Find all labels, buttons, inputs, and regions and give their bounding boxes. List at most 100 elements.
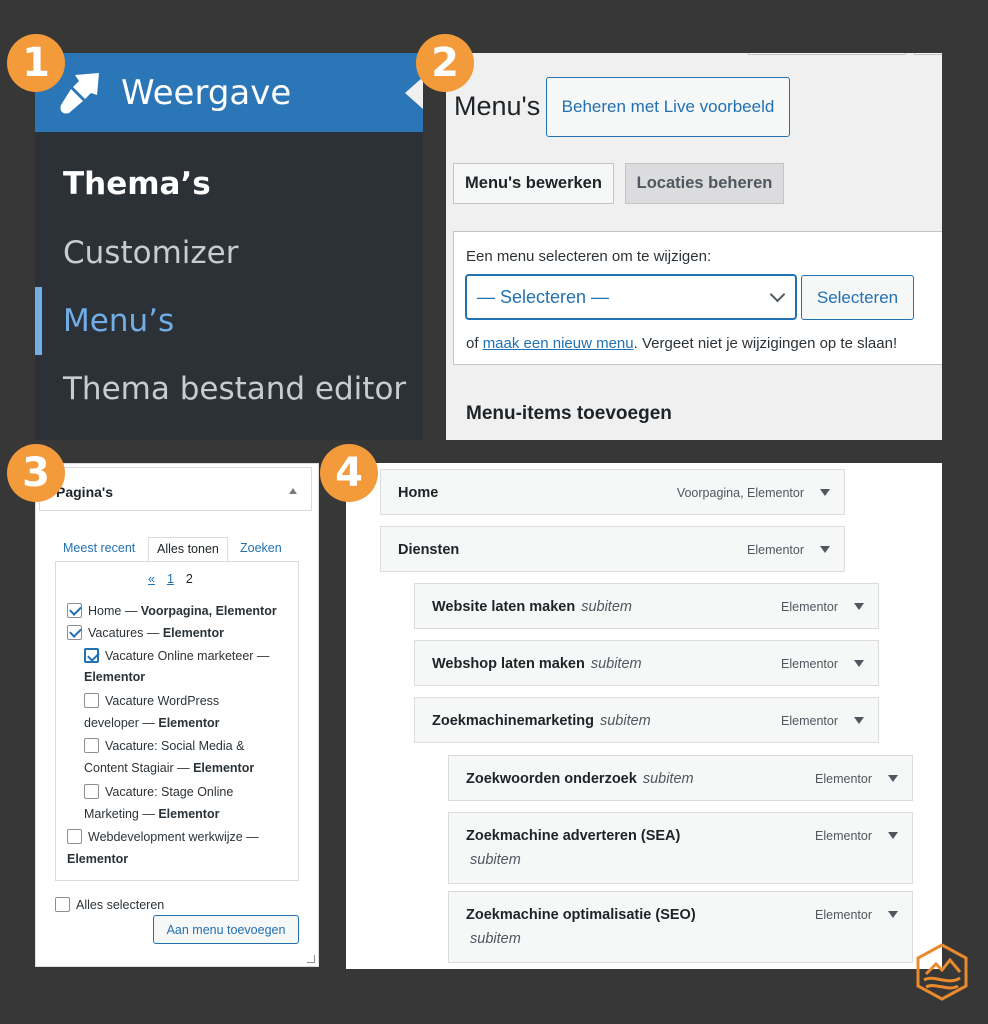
item-label-continued: developer — Elementor	[84, 716, 220, 730]
menu-item-home[interactable]: Home Voorpagina, Elementor	[380, 469, 845, 515]
collapse-arrow-icon[interactable]	[289, 488, 297, 494]
select-button[interactable]: Selecteren	[801, 275, 914, 320]
page-title: Menu's	[454, 91, 541, 121]
select-all-checkbox[interactable]	[55, 897, 70, 912]
step-badge-1: 1	[7, 34, 65, 92]
sidebar-item-customizer[interactable]: Customizer	[63, 235, 238, 271]
expand-arrow-icon[interactable]	[888, 775, 898, 782]
appearance-menu-header[interactable]: Weergave	[35, 53, 423, 132]
item-label-bold: Elementor	[193, 761, 255, 775]
checkbox[interactable]	[67, 625, 82, 640]
sidebar-item-themes[interactable]: Thema’s	[63, 166, 211, 202]
sidebar-item-theme-editor[interactable]: Thema bestand editor	[63, 371, 406, 407]
item-label: Vacature WordPress	[105, 694, 220, 708]
admin-sidebar-panel: Weergave Thema’s Customizer Menu’s Thema…	[35, 53, 423, 440]
pages-metabox-header[interactable]: Pagina's	[39, 467, 312, 511]
expand-arrow-icon[interactable]	[820, 546, 830, 553]
list-item[interactable]: Vacature WordPress	[84, 693, 219, 708]
active-indicator	[35, 287, 42, 355]
item-label-bold: Voorpagina, Elementor	[140, 604, 277, 618]
item-label-bold-line: Elementor	[84, 670, 145, 684]
pages-title: Pagina's	[56, 484, 114, 500]
expand-arrow-icon[interactable]	[854, 660, 864, 667]
menu-item-zoekmachinemarketing[interactable]: Zoekmachinemarketing subitem Elementor	[414, 697, 879, 743]
menu-item-website-laten-maken[interactable]: Website laten maken subitem Elementor	[414, 583, 879, 629]
list-item[interactable]: Vacature: Stage Online	[84, 784, 233, 799]
tab-view-all[interactable]: Alles tonen	[148, 537, 228, 562]
pager-current-page: 2	[185, 572, 193, 586]
tab-edit-menus[interactable]: Menu's bewerken	[453, 163, 614, 204]
menu-item-subitem: subitem	[642, 771, 694, 787]
note-suffix: . Vergeet niet je wijzigingen op te slaa…	[633, 335, 898, 352]
menu-item-title: Zoekwoorden onderzoek subitem	[466, 771, 694, 787]
item-label: Vacature Online marketeer —	[105, 649, 270, 663]
pages-checklist: « 1 2 Home — Voorpagina, Elementor Vacatur…	[55, 561, 299, 881]
expand-arrow-icon[interactable]	[854, 717, 864, 724]
menu-item-subitem: subitem	[581, 599, 632, 615]
tab-most-recent[interactable]: Meest recent	[63, 541, 135, 555]
menu-item-title: Home	[398, 485, 439, 501]
top-button-edge	[914, 53, 942, 55]
menu-item-name: Website laten maken	[432, 599, 576, 615]
list-item[interactable]: Vacature: Social Media &	[84, 738, 244, 753]
manage-live-preview-button[interactable]: Beheren met Live voorbeeld	[546, 77, 790, 137]
sidebar-item-menus[interactable]: Menu’s	[63, 303, 174, 339]
checkbox[interactable]	[84, 648, 99, 663]
brand-logo-icon	[916, 943, 968, 1001]
list-item[interactable]: Vacature Online marketeer —	[84, 648, 269, 663]
step-badge-3: 3	[7, 444, 65, 502]
menu-item-zoekmachine-adverteren[interactable]: Zoekmachine adverteren (SEA) subitem Ele…	[448, 812, 913, 884]
menus-screen-panel: Menu's Beheren met Live voorbeeld Menu's…	[446, 53, 942, 440]
resize-grip-icon[interactable]	[307, 955, 315, 963]
menu-item-type: Elementor	[747, 543, 804, 557]
tab-search[interactable]: Zoeken	[240, 541, 282, 555]
menu-item-name: Zoekwoorden onderzoek	[466, 771, 637, 787]
note-prefix: of	[466, 335, 483, 352]
checkbox[interactable]	[84, 738, 99, 753]
menu-item-type: Elementor	[815, 829, 872, 843]
item-label: developer —	[84, 716, 159, 730]
create-menu-note: of maak een nieuw menu. Vergeet niet je …	[466, 335, 897, 352]
menu-item-type: Elementor	[781, 714, 838, 728]
menu-item-webshop-laten-maken[interactable]: Webshop laten maken subitem Elementor	[414, 640, 879, 686]
item-label: Vacature: Stage Online	[105, 785, 234, 799]
pagination: « 1 2	[148, 572, 193, 586]
pager-page-1-link[interactable]: 1	[167, 572, 174, 586]
menu-item-subitem: subitem	[599, 713, 651, 729]
select-all[interactable]: Alles selecteren	[55, 897, 164, 912]
checkbox[interactable]	[67, 603, 82, 618]
checkbox[interactable]	[67, 829, 82, 844]
menu-item-zoekmachine-optimalisatie[interactable]: Zoekmachine optimalisatie (SEO) subitem …	[448, 891, 913, 963]
menu-item-type: Elementor	[781, 657, 838, 671]
menu-item-diensten[interactable]: Diensten Elementor	[380, 526, 845, 572]
expand-arrow-icon[interactable]	[854, 603, 864, 610]
menu-item-name: Zoekmachinemarketing	[432, 713, 594, 729]
menu-item-zoekwoorden-onderzoek[interactable]: Zoekwoorden onderzoek subitem Elementor	[448, 755, 913, 801]
checkbox[interactable]	[84, 693, 99, 708]
checkbox[interactable]	[84, 784, 99, 799]
pages-tabs: Meest recent Alles tonen Zoeken	[55, 537, 300, 562]
create-new-menu-link[interactable]: maak een nieuw menu	[483, 335, 634, 352]
menu-select-dropdown[interactable]: — Selecteren —	[465, 274, 797, 320]
menu-item-title: Zoekmachinemarketing subitem	[432, 713, 651, 729]
tab-manage-locations[interactable]: Locaties beheren	[625, 163, 784, 204]
step-badge-4: 4	[320, 444, 378, 502]
pager-prev-link[interactable]: «	[148, 572, 155, 586]
menu-item-title: Webshop laten maken subitem	[432, 656, 642, 672]
menu-item-name: Webshop laten maken	[432, 656, 585, 672]
list-item[interactable]: Vacatures — Elementor	[67, 625, 224, 640]
add-to-menu-button[interactable]: Aan menu toevoegen	[153, 915, 299, 944]
menu-item-type: Voorpagina, Elementor	[676, 486, 804, 500]
item-label: Content Stagiair —	[84, 761, 194, 775]
menu-item-type: Elementor	[781, 600, 838, 614]
expand-arrow-icon[interactable]	[888, 832, 898, 839]
select-all-label: Alles selecteren	[76, 898, 165, 912]
list-item[interactable]: Webdevelopment werkwijze —	[67, 829, 259, 844]
menu-item-type: Elementor	[815, 908, 872, 922]
expand-arrow-icon[interactable]	[820, 489, 830, 496]
paintbrush-icon	[60, 72, 99, 114]
step-badge-2: 2	[416, 34, 474, 92]
expand-arrow-icon[interactable]	[888, 911, 898, 918]
list-item[interactable]: Home — Voorpagina, Elementor	[67, 603, 277, 618]
menu-item-title: Diensten	[398, 542, 460, 558]
